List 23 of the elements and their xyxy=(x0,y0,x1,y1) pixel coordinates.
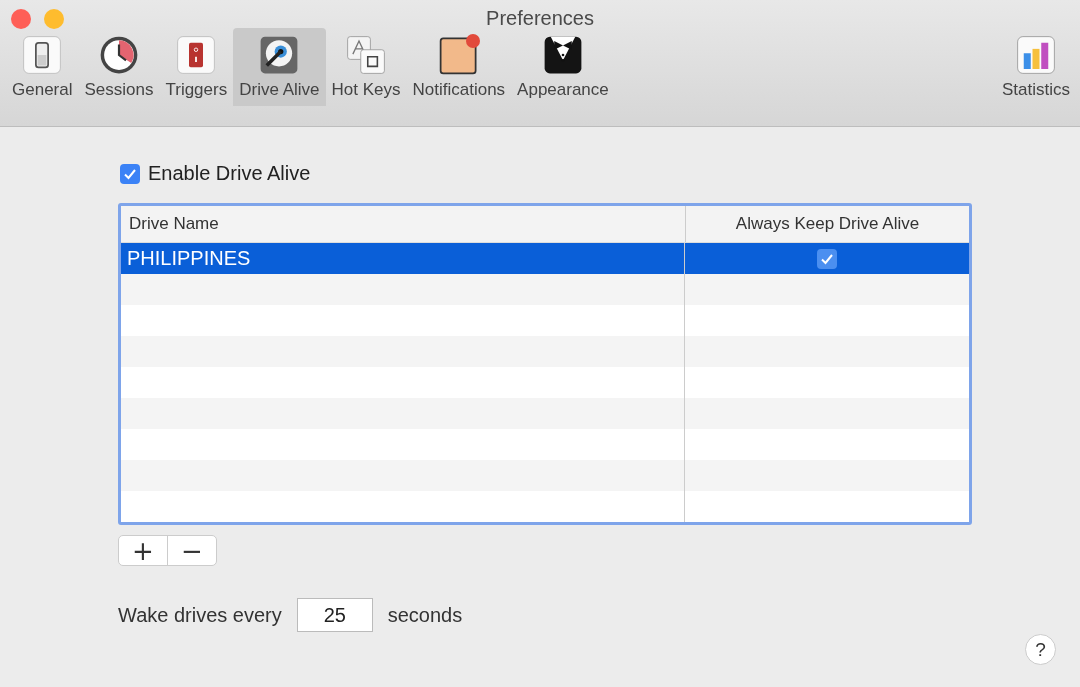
toolbar-tab[interactable]: Triggers xyxy=(159,28,234,106)
toolbar-tab[interactable]: Sessions xyxy=(78,28,160,106)
wake-label: Wake drives every xyxy=(118,603,282,627)
checkbox-label: Enable Drive Alive xyxy=(148,162,311,185)
close-button[interactable] xyxy=(11,9,31,29)
toolbar-tab[interactable]: Drive Alive xyxy=(233,28,326,106)
interval-field[interactable]: 25 xyxy=(296,598,373,632)
table-row[interactable]: PHILIPPINES xyxy=(121,243,969,274)
remove-button[interactable]: − xyxy=(167,536,216,565)
column-header[interactable]: Drive Name xyxy=(121,206,685,242)
column-header[interactable]: Always Keep Drive Alive xyxy=(685,206,969,242)
toolbar-tab[interactable]: Hot Keys xyxy=(325,28,407,106)
unit-label: seconds xyxy=(387,603,463,627)
table-cell: PHILIPPINES xyxy=(127,247,251,270)
toolbar-tab[interactable]: General xyxy=(6,28,79,106)
enable-checkbox[interactable] xyxy=(120,163,140,184)
window-title: Preferences xyxy=(486,6,594,28)
toolbar-tab[interactable]: Notifications xyxy=(406,28,512,106)
keep-alive-checkbox[interactable] xyxy=(817,248,837,269)
add-button[interactable]: + xyxy=(119,536,167,565)
toolbar-tab[interactable]: Appearance xyxy=(511,28,615,106)
toolbar-tab[interactable]: Statistics xyxy=(995,28,1076,106)
help-button[interactable]: ? xyxy=(1025,634,1056,665)
